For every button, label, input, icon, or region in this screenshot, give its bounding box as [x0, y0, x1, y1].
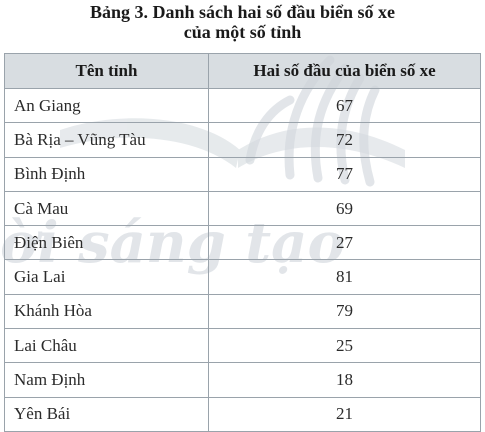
column-header-plate-prefix: Hai số đầu của biển số xe — [208, 53, 481, 89]
plate-prefix-cell: 77 — [208, 156, 481, 192]
province-cell: Bà Rịa – Vũng Tàu — [4, 122, 209, 158]
province-cell: Khánh Hòa — [4, 293, 209, 330]
table-row: Nam Định 18 — [4, 362, 481, 398]
plate-prefix-cell: 81 — [208, 259, 481, 295]
province-cell: Gia Lai — [4, 259, 209, 295]
province-cell: Nam Định — [4, 362, 209, 398]
province-cell: Lai Châu — [4, 328, 209, 364]
table-caption-line2: của một số tỉnh — [183, 22, 302, 42]
table-row: An Giang 67 — [4, 87, 481, 124]
table-row: Gia Lai 81 — [4, 259, 481, 295]
table-caption-line1: Bảng 3. Danh sách hai số đầu biển số xe — [89, 2, 396, 22]
table-row: Lai Châu 25 — [4, 328, 481, 364]
table-row: Khánh Hòa 79 — [4, 293, 481, 330]
province-cell: Bình Định — [4, 156, 209, 192]
plate-prefix-cell: 21 — [208, 396, 481, 432]
table-row: Cà Mau 69 — [4, 190, 481, 227]
plate-prefix-cell: 18 — [208, 362, 481, 398]
table-row: Điện Biên 27 — [4, 225, 481, 261]
license-plate-table: Tên tỉnh Hai số đầu của biển số xe An Gi… — [4, 53, 481, 432]
plate-prefix-cell: 72 — [208, 122, 481, 158]
province-cell: Điện Biên — [4, 225, 209, 261]
plate-prefix-cell: 79 — [208, 293, 481, 330]
table-row: Bình Định 77 — [4, 156, 481, 192]
plate-prefix-cell: 27 — [208, 225, 481, 261]
plate-prefix-cell: 69 — [208, 190, 481, 227]
table-header-row: Tên tỉnh Hai số đầu của biển số xe — [4, 53, 481, 89]
column-header-province: Tên tỉnh — [4, 53, 209, 89]
plate-prefix-cell: 25 — [208, 328, 481, 364]
table-row: Yên Bái 21 — [4, 396, 481, 432]
province-cell: Cà Mau — [4, 190, 209, 227]
table-row: Bà Rịa – Vũng Tàu 72 — [4, 122, 481, 158]
table-caption: Bảng 3. Danh sách hai số đầu biển số xe … — [0, 2, 485, 42]
province-cell: Yên Bái — [4, 396, 209, 432]
plate-prefix-cell: 67 — [208, 87, 481, 124]
province-cell: An Giang — [4, 87, 209, 124]
